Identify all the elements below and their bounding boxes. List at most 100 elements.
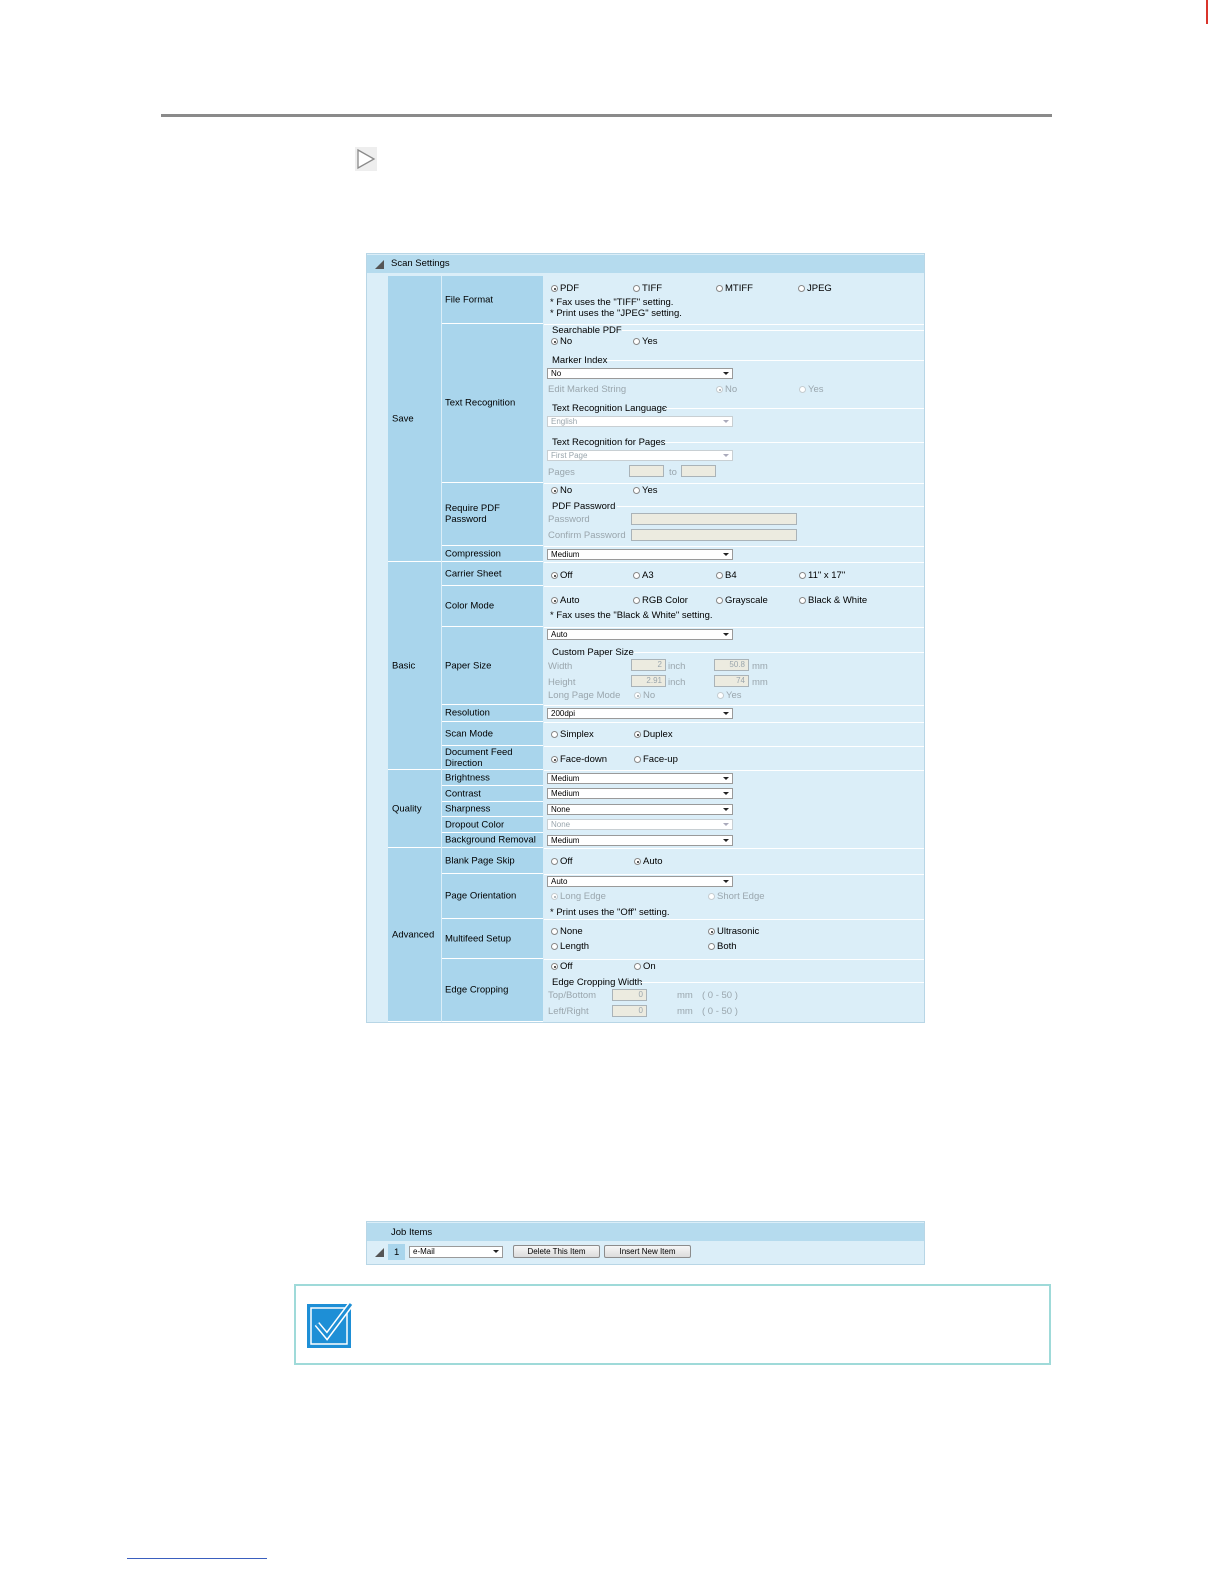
job-type-select[interactable]: e-Mail bbox=[409, 1246, 503, 1258]
label-page-orientation: Page Orientation bbox=[442, 874, 543, 919]
resolution-select[interactable]: 200dpi bbox=[547, 708, 733, 719]
searchable-pdf-yes-radio[interactable] bbox=[633, 338, 640, 345]
feed-face-down-radio[interactable] bbox=[551, 756, 558, 763]
paper-height-mm-input[interactable]: 74 bbox=[714, 675, 749, 687]
job-items-title: Job Items bbox=[391, 1227, 433, 1238]
sharpness-select[interactable]: None bbox=[547, 804, 733, 815]
pdf-password-yes-label: Yes bbox=[642, 485, 658, 496]
recognition-language-select[interactable]: English bbox=[547, 416, 733, 427]
pages-to-input[interactable] bbox=[681, 465, 716, 477]
job-index: 1 bbox=[394, 1247, 400, 1258]
multifeed-length-radio[interactable] bbox=[551, 943, 558, 950]
collapse-icon[interactable] bbox=[375, 1248, 384, 1257]
file-format-tiff-radio[interactable] bbox=[633, 285, 640, 292]
label-multifeed-setup: Multifeed Setup bbox=[442, 919, 543, 959]
marker-index-select[interactable]: No bbox=[547, 368, 733, 379]
pages-from-input[interactable] bbox=[629, 465, 664, 477]
confirm-password-input[interactable] bbox=[631, 529, 797, 541]
multifeed-none-radio[interactable] bbox=[551, 928, 558, 935]
carrier-11x17-radio[interactable] bbox=[799, 572, 806, 579]
page-orientation-select[interactable]: Auto bbox=[547, 876, 733, 887]
collapse-icon[interactable] bbox=[375, 260, 384, 269]
orientation-short-edge-label: Short Edge bbox=[717, 891, 765, 902]
file-format-note-fax: * Fax uses the "TIFF" setting. bbox=[550, 297, 674, 308]
mm-unit-label: mm bbox=[752, 661, 768, 672]
brightness-select[interactable]: Medium bbox=[547, 773, 733, 784]
edit-marked-yes-radio[interactable] bbox=[799, 386, 806, 393]
job-items-header: Job Items bbox=[367, 1223, 924, 1241]
chevron-down-icon bbox=[723, 777, 729, 780]
color-mode-note: * Fax uses the "Black & White" setting. bbox=[550, 610, 713, 621]
color-auto-radio[interactable] bbox=[551, 597, 558, 604]
carrier-b4-radio[interactable] bbox=[716, 572, 723, 579]
long-page-no-label: No bbox=[643, 690, 656, 701]
multifeed-both-radio[interactable] bbox=[708, 943, 715, 950]
top-bottom-input[interactable]: 0 bbox=[612, 989, 647, 1001]
page-edge-mark bbox=[1206, 0, 1208, 24]
inch-unit-label: inch bbox=[668, 661, 686, 672]
paper-height-inch-input[interactable]: 2.91 bbox=[631, 675, 666, 687]
feed-face-up-radio[interactable] bbox=[634, 756, 641, 763]
label-require-pdf-password: Require PDF Password bbox=[442, 483, 543, 546]
paper-width-inch-input[interactable]: 2 bbox=[631, 659, 666, 671]
paper-width-mm-input[interactable]: 50.8 bbox=[714, 659, 749, 671]
carrier-off-radio[interactable] bbox=[551, 572, 558, 579]
label-edge-cropping: Edge Cropping bbox=[442, 959, 543, 1022]
scan-settings-header[interactable]: Scan Settings bbox=[367, 255, 924, 273]
left-right-input[interactable]: 0 bbox=[612, 1005, 647, 1017]
edit-marked-no-radio[interactable] bbox=[716, 386, 723, 393]
file-format-mtiff-radio[interactable] bbox=[716, 285, 723, 292]
carrier-a3-label: A3 bbox=[642, 570, 654, 581]
compression-select[interactable]: Medium bbox=[547, 549, 733, 560]
label-background-removal: Background Removal bbox=[442, 833, 543, 848]
color-auto-label: Auto bbox=[560, 595, 580, 606]
searchable-pdf-no-radio[interactable] bbox=[551, 338, 558, 345]
background-removal-select[interactable]: Medium bbox=[547, 835, 733, 846]
color-grayscale-radio[interactable] bbox=[716, 597, 723, 604]
color-bw-radio[interactable] bbox=[799, 597, 806, 604]
label-file-format: File Format bbox=[442, 276, 543, 324]
file-format-jpeg-radio[interactable] bbox=[798, 285, 805, 292]
left-right-label: Left/Right bbox=[548, 1006, 589, 1017]
edge-cropping-width-legend: Edge Cropping Width bbox=[552, 977, 643, 988]
orientation-short-edge-radio[interactable] bbox=[708, 893, 715, 900]
edge-cropping-off-radio[interactable] bbox=[551, 963, 558, 970]
label-color-mode: Color Mode bbox=[442, 586, 543, 627]
page-orientation-note: * Print uses the "Off" setting. bbox=[550, 907, 670, 918]
paper-size-select[interactable]: Auto bbox=[547, 629, 733, 640]
multifeed-ultrasonic-radio[interactable] bbox=[708, 928, 715, 935]
searchable-pdf-legend: Searchable PDF bbox=[552, 325, 622, 336]
delete-item-button[interactable]: Delete This Item bbox=[513, 1245, 600, 1258]
long-page-no-radio[interactable] bbox=[634, 692, 641, 699]
category-basic: Basic bbox=[388, 562, 441, 770]
password-input[interactable] bbox=[631, 513, 797, 525]
pages-to-label: to bbox=[669, 467, 677, 478]
file-format-mtiff-label: MTIFF bbox=[725, 283, 753, 294]
color-rgb-radio[interactable] bbox=[633, 597, 640, 604]
file-format-jpeg-label: JPEG bbox=[807, 283, 832, 294]
long-page-yes-label: Yes bbox=[726, 690, 742, 701]
file-format-pdf-label: PDF bbox=[560, 283, 579, 294]
carrier-a3-radio[interactable] bbox=[633, 572, 640, 579]
left-right-unit: mm bbox=[677, 1006, 693, 1017]
pdf-password-no-radio[interactable] bbox=[551, 487, 558, 494]
blank-skip-off-radio[interactable] bbox=[551, 858, 558, 865]
job-index-cell: 1 bbox=[388, 1244, 405, 1260]
edge-cropping-on-radio[interactable] bbox=[634, 963, 641, 970]
mm-unit-label: mm bbox=[752, 677, 768, 688]
scan-simplex-radio[interactable] bbox=[551, 731, 558, 738]
long-page-yes-radio[interactable] bbox=[717, 692, 724, 699]
orientation-long-edge-radio[interactable] bbox=[551, 893, 558, 900]
footer-link-rule bbox=[127, 1558, 267, 1559]
insert-item-button[interactable]: Insert New Item bbox=[604, 1245, 691, 1258]
category-advanced: Advanced bbox=[388, 848, 441, 1022]
blank-skip-off-label: Off bbox=[560, 856, 573, 867]
multifeed-length-label: Length bbox=[560, 941, 590, 952]
recognition-pages-select[interactable]: First Page bbox=[547, 450, 733, 461]
blank-skip-auto-radio[interactable] bbox=[634, 858, 641, 865]
contrast-select[interactable]: Medium bbox=[547, 788, 733, 799]
pdf-password-yes-radio[interactable] bbox=[633, 487, 640, 494]
scan-duplex-radio[interactable] bbox=[634, 731, 641, 738]
dropout-color-select[interactable]: None bbox=[547, 819, 733, 830]
file-format-pdf-radio[interactable] bbox=[551, 285, 558, 292]
